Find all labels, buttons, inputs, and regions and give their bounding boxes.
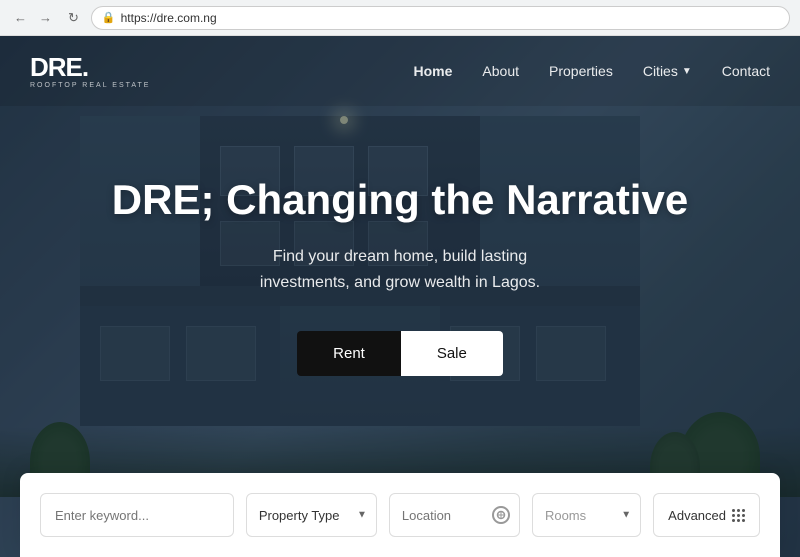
nav-controls[interactable]: ← → — [10, 8, 56, 27]
nav-home[interactable]: Home — [414, 63, 453, 79]
website-content: DRE. ROOFTOP REAL ESTATE Home About Prop… — [0, 36, 800, 557]
property-type-wrapper: Property Type House Apartment Land Comme… — [246, 493, 377, 537]
cities-dropdown-arrow: ▼ — [682, 66, 692, 77]
keyword-input[interactable] — [40, 493, 234, 537]
url-text: https://dre.com.ng — [121, 11, 217, 25]
logo-subtext: ROOFTOP REAL ESTATE — [30, 82, 150, 89]
sale-button[interactable]: Sale — [401, 331, 503, 376]
hero-title: DRE; Changing the Narrative — [112, 176, 688, 224]
nav-links: Home About Properties Cities ▼ Contact — [414, 63, 770, 79]
nav-properties[interactable]: Properties — [549, 63, 613, 79]
property-type-select[interactable]: Property Type House Apartment Land Comme… — [246, 493, 377, 537]
location-wrapper — [389, 493, 520, 537]
logo[interactable]: DRE. ROOFTOP REAL ESTATE — [30, 54, 150, 89]
rooms-wrapper: Rooms 1 2 3 4 5+ ▼ — [532, 493, 641, 537]
refresh-button[interactable]: ↻ — [64, 8, 83, 28]
rent-button[interactable]: Rent — [297, 331, 401, 376]
nav-contact[interactable]: Contact — [722, 63, 770, 79]
rooms-select[interactable]: Rooms 1 2 3 4 5+ — [532, 493, 641, 537]
rent-sale-toggle: Rent Sale — [297, 331, 503, 376]
browser-chrome: ← → ↻ 🔒 https://dre.com.ng — [0, 0, 800, 36]
logo-text: DRE. — [30, 54, 150, 80]
hero-subtitle: Find your dream home, build lasting inve… — [230, 244, 570, 295]
nav-cities[interactable]: Cities ▼ — [643, 63, 692, 79]
lock-icon: 🔒 — [102, 11, 116, 24]
navbar: DRE. ROOFTOP REAL ESTATE Home About Prop… — [0, 36, 800, 106]
advanced-label: Advanced — [668, 508, 726, 523]
location-icon — [492, 506, 510, 524]
advanced-icon — [732, 509, 745, 522]
address-bar[interactable]: 🔒 https://dre.com.ng — [91, 6, 790, 30]
forward-button[interactable]: → — [35, 8, 56, 27]
nav-about[interactable]: About — [482, 63, 519, 79]
back-button[interactable]: ← — [10, 8, 31, 27]
search-bar: Property Type House Apartment Land Comme… — [20, 473, 780, 557]
advanced-button[interactable]: Advanced — [653, 493, 760, 537]
